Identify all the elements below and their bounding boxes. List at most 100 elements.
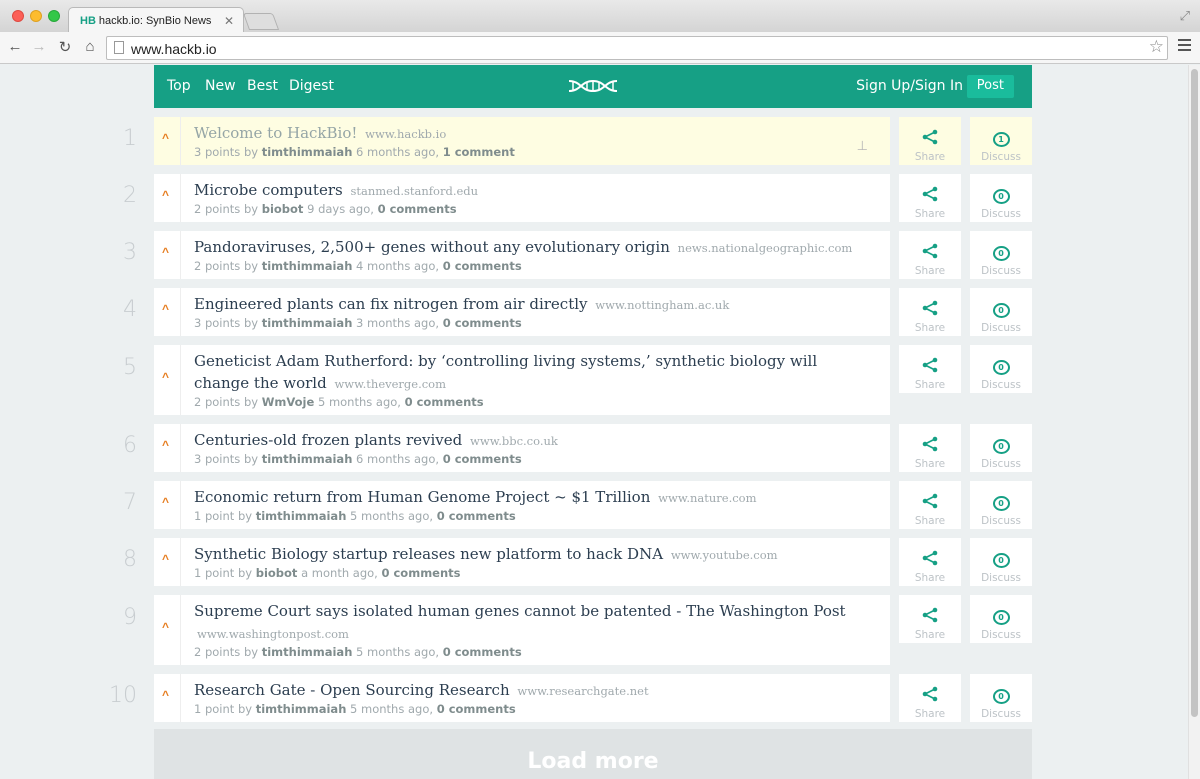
story-title[interactable]: Economic return from Human Genome Projec… (194, 488, 650, 506)
upvote-button[interactable]: ^ (154, 595, 181, 665)
discuss-button[interactable]: 0 Discuss (970, 345, 1032, 393)
story-comments-link[interactable]: 0 comments (443, 259, 522, 273)
nav-top-link[interactable]: Top (167, 78, 191, 94)
story-user-link[interactable]: timthimmaiah (262, 316, 353, 330)
discuss-button[interactable]: 0 Discuss (970, 538, 1032, 586)
back-arrow-icon[interactable]: ← (6, 38, 24, 55)
story-comments-link[interactable]: 0 comments (381, 566, 460, 580)
story-domain[interactable]: news.nationalgeographic.com (678, 241, 853, 255)
close-tab-icon[interactable]: ✕ (224, 14, 234, 28)
story-user-link[interactable]: timthimmaiah (256, 509, 347, 523)
share-button[interactable]: Share (899, 117, 961, 165)
new-tab-button[interactable] (242, 13, 280, 30)
upvote-button[interactable]: ^ (154, 174, 181, 222)
close-window-button[interactable] (12, 10, 24, 22)
bookmark-star-icon[interactable]: ☆ (1149, 37, 1164, 57)
story-comments-link[interactable]: 0 comments (437, 702, 516, 716)
upvote-caret-icon[interactable]: ^ (162, 620, 169, 634)
upvote-caret-icon[interactable]: ^ (162, 552, 169, 566)
address-bar[interactable]: www.hackb.io ☆ (106, 36, 1168, 60)
story-domain[interactable]: www.washingtonpost.com (197, 627, 349, 641)
story-comments-link[interactable]: 0 comments (443, 452, 522, 466)
upvote-button[interactable]: ^ (154, 345, 181, 415)
forward-arrow-icon[interactable]: → (30, 38, 48, 55)
story-comments-link[interactable]: 0 comments (405, 395, 484, 409)
story-title[interactable]: Welcome to HackBio! (194, 124, 357, 142)
url-text[interactable]: www.hackb.io (131, 41, 217, 57)
story-comments-link[interactable]: 0 comments (443, 316, 522, 330)
fullscreen-icon[interactable]: ⤢ (1180, 8, 1190, 24)
upvote-button[interactable]: ^ (154, 538, 181, 586)
nav-new-link[interactable]: New (205, 78, 236, 94)
upvote-caret-icon[interactable]: ^ (162, 495, 169, 509)
share-button[interactable]: Share (899, 538, 961, 586)
story-user-link[interactable]: timthimmaiah (262, 452, 353, 466)
story-domain[interactable]: www.theverge.com (334, 377, 446, 391)
zoom-window-button[interactable] (48, 10, 60, 22)
story-title[interactable]: Centuries-old frozen plants revived (194, 431, 462, 449)
story-title[interactable]: Research Gate - Open Sourcing Research (194, 681, 510, 699)
story-user-link[interactable]: timthimmaiah (262, 645, 353, 659)
upvote-button[interactable]: ^ (154, 117, 181, 165)
discuss-button[interactable]: 0 Discuss (970, 288, 1032, 336)
story-title[interactable]: Microbe computers (194, 181, 343, 199)
home-icon[interactable]: ⌂ (81, 38, 99, 55)
story-comments-link[interactable]: 0 comments (378, 202, 457, 216)
discuss-button[interactable]: 1 Discuss (970, 117, 1032, 165)
share-button[interactable]: Share (899, 231, 961, 279)
story-user-link[interactable]: biobot (262, 202, 304, 216)
discuss-button[interactable]: 0 Discuss (970, 424, 1032, 472)
upvote-button[interactable]: ^ (154, 231, 181, 279)
nav-digest-link[interactable]: Digest (289, 78, 334, 94)
story-title[interactable]: Synthetic Biology startup releases new p… (194, 545, 663, 563)
browser-tab[interactable]: HB hackb.io: SynBio News ✕ (68, 7, 244, 33)
scroll-thumb[interactable] (1191, 69, 1198, 717)
discuss-button[interactable]: 0 Discuss (970, 595, 1032, 643)
share-button[interactable]: Share (899, 174, 961, 222)
share-button[interactable]: Share (899, 674, 961, 722)
nav-best-link[interactable]: Best (247, 78, 278, 94)
load-more-button[interactable]: Load more (154, 729, 1032, 779)
story-domain[interactable]: www.youtube.com (671, 548, 778, 562)
story-title[interactable]: Supreme Court says isolated human genes … (194, 602, 846, 620)
story-user-link[interactable]: biobot (256, 566, 298, 580)
story-user-link[interactable]: timthimmaiah (256, 702, 347, 716)
share-button[interactable]: Share (899, 345, 961, 393)
discuss-button[interactable]: 0 Discuss (970, 174, 1032, 222)
upvote-caret-icon[interactable]: ^ (162, 188, 169, 202)
upvote-button[interactable]: ^ (154, 288, 181, 336)
story-domain[interactable]: www.hackb.io (365, 127, 446, 141)
dna-logo-icon[interactable] (567, 76, 619, 96)
story-domain[interactable]: www.nottingham.ac.uk (595, 298, 729, 312)
scrollbar[interactable] (1188, 65, 1200, 779)
discuss-button[interactable]: 0 Discuss (970, 231, 1032, 279)
upvote-caret-icon[interactable]: ^ (162, 370, 169, 384)
upvote-caret-icon[interactable]: ^ (162, 302, 169, 316)
share-button[interactable]: Share (899, 595, 961, 643)
sign-in-link[interactable]: Sign Up/Sign In (856, 78, 963, 94)
share-button[interactable]: Share (899, 424, 961, 472)
story-title[interactable]: Geneticist Adam Rutherford: by ‘controll… (194, 352, 817, 392)
reload-icon[interactable]: ↻ (56, 38, 74, 56)
upvote-button[interactable]: ^ (154, 674, 181, 722)
story-comments-link[interactable]: 1 comment (443, 145, 515, 159)
upvote-caret-icon[interactable]: ^ (162, 438, 169, 452)
story-domain[interactable]: www.researchgate.net (517, 684, 648, 698)
upvote-caret-icon[interactable]: ^ (162, 688, 169, 702)
post-button[interactable]: Post (966, 75, 1014, 98)
story-user-link[interactable]: timthimmaiah (262, 259, 353, 273)
story-title[interactable]: Pandoraviruses, 2,500+ genes without any… (194, 238, 670, 256)
upvote-caret-icon[interactable]: ^ (162, 245, 169, 259)
story-comments-link[interactable]: 0 comments (443, 645, 522, 659)
discuss-button[interactable]: 0 Discuss (970, 481, 1032, 529)
upvote-button[interactable]: ^ (154, 424, 181, 472)
menu-icon[interactable] (1178, 39, 1191, 54)
story-domain[interactable]: stanmed.stanford.edu (350, 184, 478, 198)
story-domain[interactable]: www.nature.com (658, 491, 756, 505)
discuss-button[interactable]: 0 Discuss (970, 674, 1032, 722)
story-user-link[interactable]: timthimmaiah (262, 145, 353, 159)
upvote-caret-icon[interactable]: ^ (162, 131, 169, 145)
story-user-link[interactable]: WmVoje (262, 395, 315, 409)
story-domain[interactable]: www.bbc.co.uk (470, 434, 558, 448)
minimize-window-button[interactable] (30, 10, 42, 22)
